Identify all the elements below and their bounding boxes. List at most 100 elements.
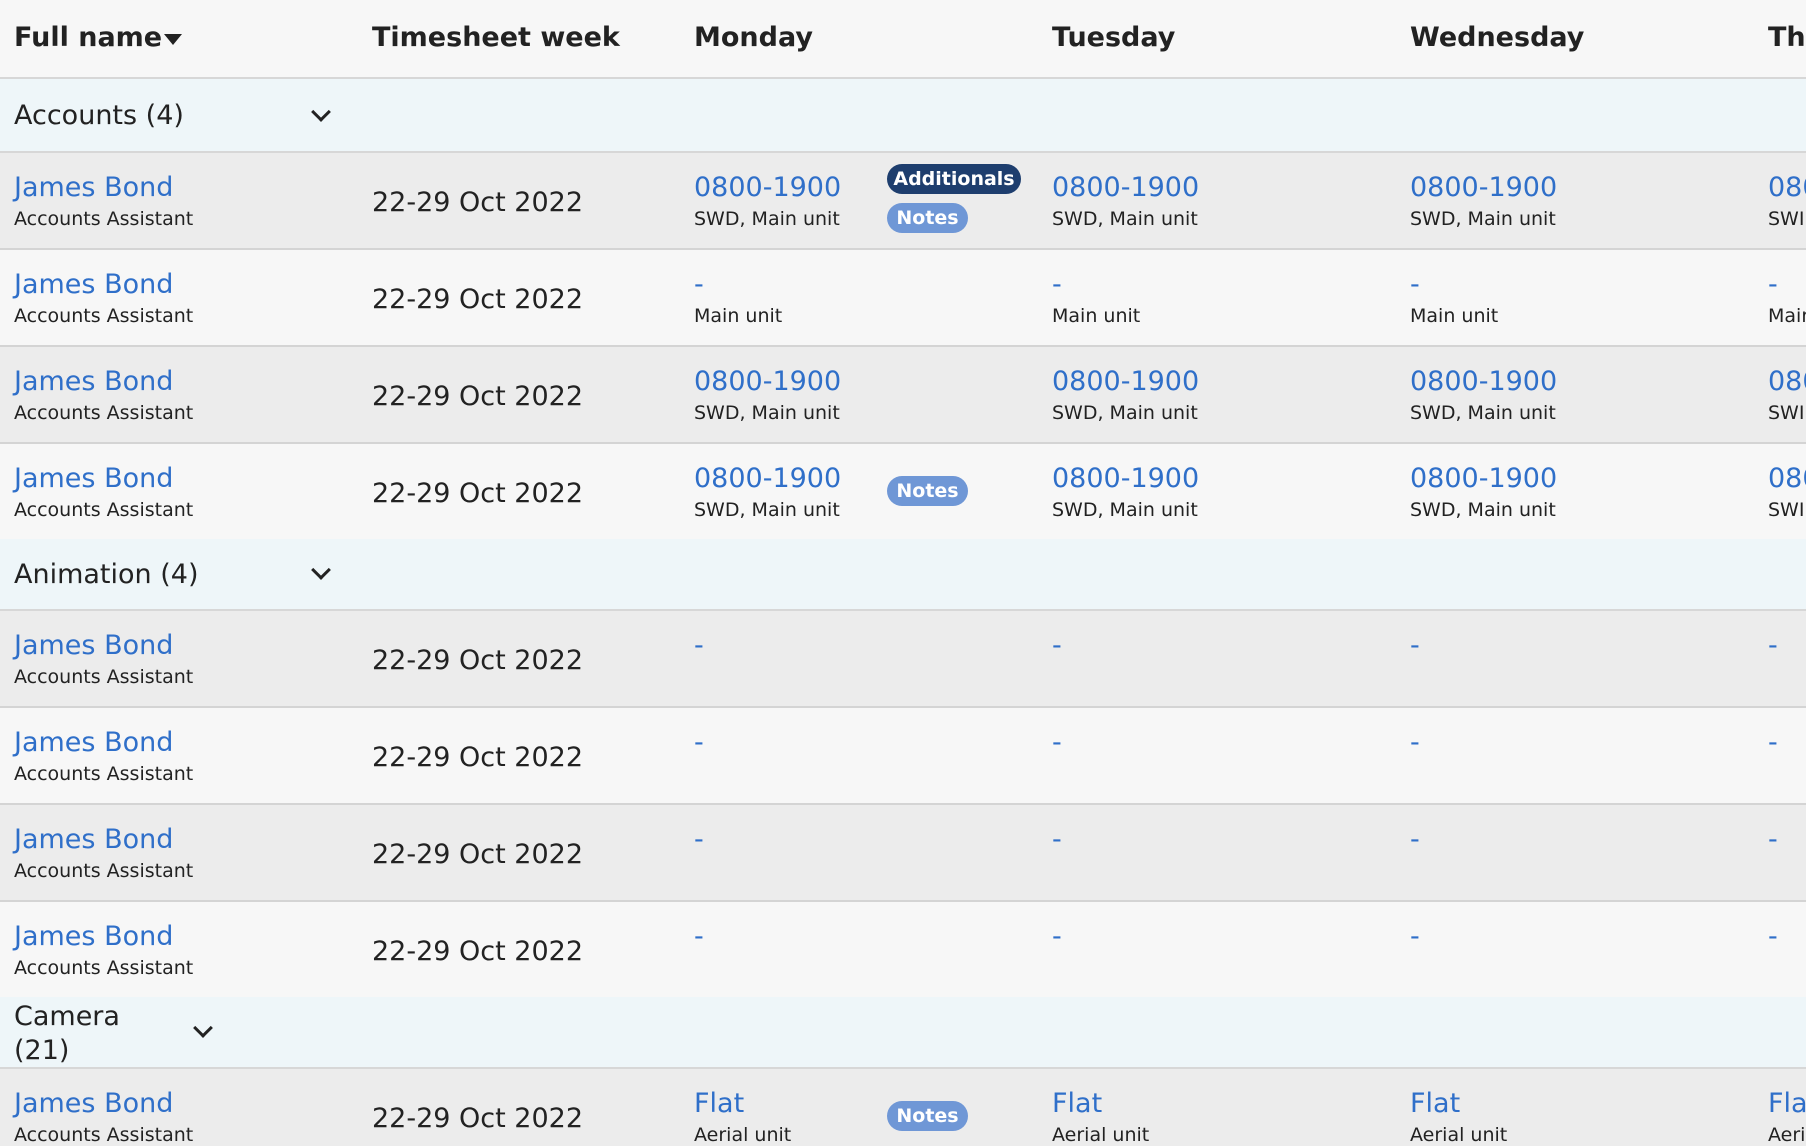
- column-header-wednesday[interactable]: Wednesday: [1410, 22, 1584, 53]
- tuesday-time-link[interactable]: -: [1052, 727, 1062, 758]
- employee-name-link[interactable]: James Bond: [14, 463, 173, 494]
- wednesday-unit: Aerial unit: [1410, 1124, 1508, 1146]
- timesheet-week: 22-29 Oct 2022: [372, 381, 584, 412]
- timesheet-week: 22-29 Oct 2022: [372, 284, 584, 315]
- additionals-badge[interactable]: Additionals: [887, 164, 1021, 194]
- monday-time-link[interactable]: -: [694, 269, 704, 300]
- tuesday-time-link[interactable]: Flat: [1052, 1088, 1102, 1119]
- wednesday-unit: Main unit: [1410, 305, 1499, 327]
- thursday-time-link[interactable]: 080: [1768, 366, 1806, 397]
- group-row-animation[interactable]: Animation (4): [0, 539, 1806, 611]
- timesheet-week: 22-29 Oct 2022: [372, 187, 584, 218]
- wednesday-time-link[interactable]: 0800-1900: [1410, 366, 1557, 397]
- monday-time-link[interactable]: 0800-1900: [694, 463, 841, 494]
- wednesday-time-link[interactable]: 0800-1900: [1410, 463, 1557, 494]
- employee-name-link[interactable]: James Bond: [14, 1088, 173, 1119]
- monday-time-link[interactable]: 0800-1900: [694, 172, 841, 203]
- thursday-unit: SWI: [1768, 208, 1805, 230]
- chevron-down-icon[interactable]: [311, 560, 331, 580]
- monday-unit: Main unit: [694, 305, 783, 327]
- monday-time-link[interactable]: -: [694, 630, 704, 661]
- employee-role: Accounts Assistant: [14, 402, 194, 424]
- timesheet-table: Full name Timesheet week Monday Tuesday …: [0, 0, 1806, 1146]
- monday-time-link[interactable]: 0800-1900: [694, 366, 841, 397]
- wednesday-unit: SWD, Main unit: [1410, 208, 1556, 230]
- monday-time-link[interactable]: Flat: [694, 1088, 744, 1119]
- thursday-time-link[interactable]: 080: [1768, 463, 1806, 494]
- monday-unit: Aerial unit: [694, 1124, 792, 1146]
- table-row: James Bond Accounts Assistant 22-29 Oct …: [0, 805, 1806, 902]
- wednesday-time-link[interactable]: -: [1410, 630, 1420, 661]
- timesheet-week: 22-29 Oct 2022: [372, 936, 584, 967]
- thursday-unit: Mair: [1768, 305, 1806, 327]
- monday-time-link[interactable]: -: [694, 921, 704, 952]
- table-row: James Bond Accounts Assistant 22-29 Oct …: [0, 1069, 1806, 1146]
- tuesday-time-link[interactable]: 0800-1900: [1052, 366, 1199, 397]
- thursday-time-link[interactable]: -: [1768, 727, 1778, 758]
- employee-role: Accounts Assistant: [14, 305, 194, 327]
- wednesday-time-link[interactable]: -: [1410, 727, 1420, 758]
- thursday-time-link[interactable]: 080: [1768, 172, 1806, 203]
- tuesday-time-link[interactable]: -: [1052, 921, 1062, 952]
- timesheet-week: 22-29 Oct 2022: [372, 478, 584, 509]
- wednesday-unit: SWD, Main unit: [1410, 402, 1556, 424]
- employee-name-link[interactable]: James Bond: [14, 269, 173, 300]
- group-label: Accounts (4): [14, 100, 184, 131]
- table-row: James Bond Accounts Assistant 22-29 Oct …: [0, 444, 1806, 541]
- thursday-time-link[interactable]: -: [1768, 921, 1778, 952]
- column-header-timesheet-week[interactable]: Timesheet week: [372, 22, 620, 53]
- tuesday-unit: Aerial unit: [1052, 1124, 1150, 1146]
- group-row-camera[interactable]: Camera (21): [0, 997, 1806, 1069]
- tuesday-time-link[interactable]: 0800-1900: [1052, 463, 1199, 494]
- employee-name-link[interactable]: James Bond: [14, 630, 173, 661]
- sort-down-icon[interactable]: [164, 34, 182, 45]
- tuesday-unit: SWD, Main unit: [1052, 208, 1198, 230]
- column-header-tuesday[interactable]: Tuesday: [1052, 22, 1175, 53]
- monday-unit: SWD, Main unit: [694, 402, 840, 424]
- tuesday-time-link[interactable]: 0800-1900: [1052, 172, 1199, 203]
- wednesday-time-link[interactable]: 0800-1900: [1410, 172, 1557, 203]
- employee-role: Accounts Assistant: [14, 499, 194, 521]
- column-header-full-name[interactable]: Full name: [14, 22, 162, 53]
- monday-time-link[interactable]: -: [694, 727, 704, 758]
- employee-name-link[interactable]: James Bond: [14, 921, 173, 952]
- thursday-time-link[interactable]: Fla: [1768, 1088, 1806, 1119]
- tuesday-unit: SWD, Main unit: [1052, 499, 1198, 521]
- thursday-time-link[interactable]: -: [1768, 630, 1778, 661]
- column-header-monday[interactable]: Monday: [694, 22, 813, 53]
- table-row: James Bond Accounts Assistant 22-29 Oct …: [0, 611, 1806, 708]
- notes-badge[interactable]: Notes: [887, 1101, 968, 1131]
- employee-role: Accounts Assistant: [14, 957, 194, 979]
- employee-name-link[interactable]: James Bond: [14, 824, 173, 855]
- employee-name-link[interactable]: James Bond: [14, 366, 173, 397]
- monday-time-link[interactable]: -: [694, 824, 704, 855]
- timesheet-week: 22-29 Oct 2022: [372, 645, 584, 676]
- column-header-thursday[interactable]: Thu: [1768, 22, 1806, 53]
- employee-name-link[interactable]: James Bond: [14, 727, 173, 758]
- employee-name-link[interactable]: James Bond: [14, 172, 173, 203]
- table-row: James Bond Accounts Assistant 22-29 Oct …: [0, 347, 1806, 444]
- wednesday-time-link[interactable]: -: [1410, 269, 1420, 300]
- tuesday-unit: Main unit: [1052, 305, 1141, 327]
- timesheet-week: 22-29 Oct 2022: [372, 1103, 584, 1134]
- wednesday-time-link[interactable]: -: [1410, 921, 1420, 952]
- chevron-down-icon[interactable]: [311, 102, 331, 122]
- tuesday-time-link[interactable]: -: [1052, 824, 1062, 855]
- notes-badge[interactable]: Notes: [887, 203, 968, 233]
- timesheet-week: 22-29 Oct 2022: [372, 742, 584, 773]
- tuesday-time-link[interactable]: -: [1052, 269, 1062, 300]
- group-row-accounts[interactable]: Accounts (4): [0, 79, 1806, 153]
- thursday-time-link[interactable]: -: [1768, 824, 1778, 855]
- notes-badge[interactable]: Notes: [887, 476, 968, 506]
- timesheet-week: 22-29 Oct 2022: [372, 839, 584, 870]
- thursday-unit: Aeri: [1768, 1124, 1806, 1146]
- chevron-down-icon[interactable]: [193, 1018, 213, 1038]
- thursday-unit: SWI: [1768, 499, 1805, 521]
- wednesday-time-link[interactable]: Flat: [1410, 1088, 1460, 1119]
- tuesday-time-link[interactable]: -: [1052, 630, 1062, 661]
- wednesday-unit: SWD, Main unit: [1410, 499, 1556, 521]
- employee-role: Accounts Assistant: [14, 860, 194, 882]
- group-label-line1: Camera: [14, 1001, 120, 1032]
- wednesday-time-link[interactable]: -: [1410, 824, 1420, 855]
- thursday-time-link[interactable]: -: [1768, 269, 1778, 300]
